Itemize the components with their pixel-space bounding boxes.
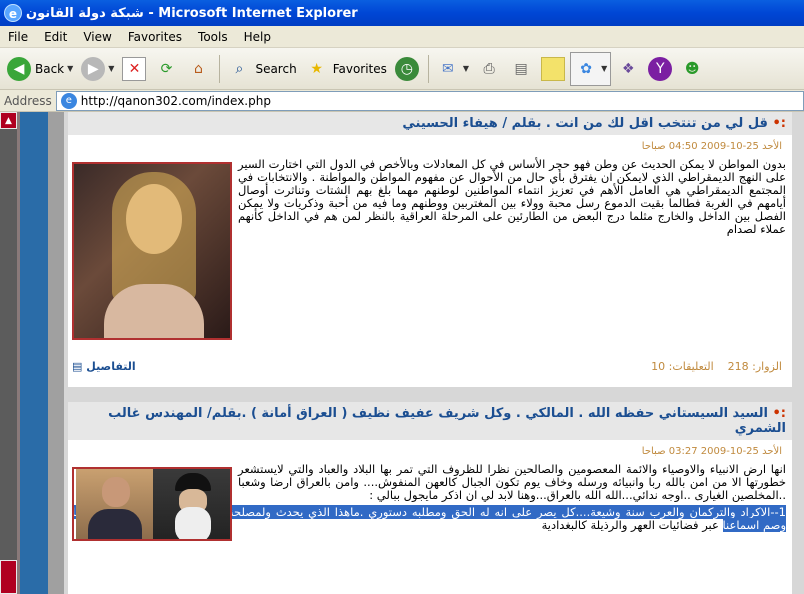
side-frame xyxy=(20,112,48,594)
forward-arrow-icon: ▶ xyxy=(81,56,106,81)
chevron-down-icon[interactable]: ▼ xyxy=(67,64,73,73)
page-icon: e xyxy=(60,92,77,109)
article-2-photo xyxy=(72,467,232,541)
search-icon: ⌕ xyxy=(235,60,244,77)
back-arrow-icon: ◀ xyxy=(7,56,31,81)
stop-button[interactable]: ✕ xyxy=(119,52,149,86)
mail-icon: ✉ xyxy=(442,60,454,77)
discuss-button[interactable] xyxy=(538,52,568,86)
favorites-button[interactable]: ★ Favorites xyxy=(302,52,390,86)
menu-help[interactable]: Help xyxy=(236,30,279,44)
scroll-thumb[interactable] xyxy=(0,560,17,594)
home-button[interactable]: ⌂ xyxy=(183,52,213,86)
chevron-down-icon[interactable]: ▼ xyxy=(601,64,607,73)
article-2-header[interactable]: :• السيد السيستاني حفظه الله . المالكي .… xyxy=(68,402,792,440)
research-button[interactable]: ❖ xyxy=(613,52,643,86)
history-button[interactable]: ◷ xyxy=(392,52,422,86)
icq-button[interactable]: ✿ ▼ xyxy=(570,51,612,86)
menu-edit[interactable]: Edit xyxy=(36,30,75,44)
back-button[interactable]: ◀ Back ▼ xyxy=(4,52,76,86)
shoulders-shape xyxy=(104,284,204,338)
article-1-body: بدون المواطن لا يمكن الحديث عن وطن فهو ح… xyxy=(68,157,792,340)
chevron-down-icon[interactable]: ▼ xyxy=(108,64,114,73)
history-icon: ◷ xyxy=(394,56,419,81)
menu-file[interactable]: File xyxy=(0,30,36,44)
article-1-date: الأحد 25-10-2009 04:50 صباحا xyxy=(641,141,782,152)
refresh-icon: ⟳ xyxy=(160,60,173,77)
article-2-tail-text: عبر فضائيات العهر والرذيلة كالبغدادية xyxy=(541,518,719,532)
article-1: :• قل لي من تنتخب اقل لك من انت . بقلم /… xyxy=(68,112,792,387)
article-2-date: الأحد 25-10-2009 03:27 صباحا xyxy=(641,446,782,457)
scroll-up-arrow-icon[interactable]: ▲ xyxy=(0,112,17,129)
menu-favorites[interactable]: Favorites xyxy=(120,30,190,44)
toolbar: ◀ Back ▼ ▶ ▼ ✕ ⟳ ⌂ ⌕ Search ★ Favorites … xyxy=(0,48,804,90)
edit-button[interactable]: ▤ xyxy=(506,52,536,86)
article-1-author-photo xyxy=(72,162,232,340)
window-title: شبكة دولة القانون - Microsoft Internet E… xyxy=(26,5,358,21)
suit-shape xyxy=(88,509,142,539)
hair-shape xyxy=(112,172,196,302)
frame-border xyxy=(48,112,64,594)
star-icon: ★ xyxy=(310,60,323,77)
messenger-icon: ☻ xyxy=(684,60,700,77)
beard-shape xyxy=(175,507,211,539)
article-1-header[interactable]: :• قل لي من تنتخب اقل لك من انت . بقلم /… xyxy=(68,112,792,135)
maliki-photo xyxy=(76,469,153,539)
toolbar-separator xyxy=(219,54,221,83)
window-title-bar: e شبكة دولة القانون - Microsoft Internet… xyxy=(0,0,804,26)
print-button[interactable]: ⎙ xyxy=(474,52,504,86)
toolbar-separator xyxy=(427,54,429,83)
messenger-button[interactable]: ☻ xyxy=(677,52,707,86)
address-label: Address xyxy=(4,93,52,108)
article-2-text: انها ارض الانبياء والاوصياء والائمة المع… xyxy=(238,462,786,502)
edit-icon: ▤ xyxy=(514,60,528,77)
printer-icon: ⎙ xyxy=(483,60,495,77)
menu-bar: File Edit View Favorites Tools Help xyxy=(0,26,804,48)
icq-icon: ✿ xyxy=(580,60,592,77)
page-content: ▲ :• قل لي من تنتخب اقل لك من انت . بقلم… xyxy=(0,112,804,594)
article-1-stats: الزوار: 218 التعليقات: 10 xyxy=(651,360,782,373)
bullet-icon: :• xyxy=(772,406,786,421)
forward-button[interactable]: ▶ ▼ xyxy=(78,52,117,86)
address-input[interactable]: e http://qanon302.com/index.php xyxy=(55,90,804,111)
article-2: :• السيد السيستاني حفظه الله . المالكي .… xyxy=(68,402,792,594)
note-icon xyxy=(541,56,566,81)
document-icon: ▤ xyxy=(72,360,83,373)
home-icon: ⌂ xyxy=(194,60,203,77)
refresh-button[interactable]: ⟳ xyxy=(151,52,181,86)
mail-button[interactable]: ✉ ▼ xyxy=(433,52,472,86)
sistani-photo xyxy=(153,469,230,539)
bullet-icon: :• xyxy=(772,116,786,131)
research-icon: ❖ xyxy=(621,60,635,77)
stop-icon: ✕ xyxy=(122,56,147,81)
chevron-down-icon[interactable]: ▼ xyxy=(463,64,469,73)
menu-tools[interactable]: Tools xyxy=(190,30,236,44)
left-scrollbar[interactable]: ▲ xyxy=(0,112,17,594)
search-button[interactable]: ⌕ Search xyxy=(224,52,299,86)
address-bar: Address e http://qanon302.com/index.php xyxy=(0,90,804,112)
address-url: http://qanon302.com/index.php xyxy=(80,93,271,108)
yahoo-icon: Y xyxy=(648,56,673,81)
yahoo-button[interactable]: Y xyxy=(645,52,675,86)
article-1-text: بدون المواطن لا يمكن الحديث عن وطن فهو ح… xyxy=(238,157,786,236)
ie-logo-icon: e xyxy=(4,4,22,22)
menu-view[interactable]: View xyxy=(75,30,119,44)
articles-column: :• قل لي من تنتخب اقل لك من انت . بقلم /… xyxy=(64,112,804,594)
face-shape xyxy=(102,477,130,507)
article-2-title[interactable]: السيد السيستاني حفظه الله . المالكي . وك… xyxy=(108,406,786,436)
article-1-title[interactable]: قل لي من تنتخب اقل لك من انت . بقلم / هي… xyxy=(402,116,768,131)
article-1-details-link[interactable]: التفاصيل ▤ xyxy=(72,360,136,373)
article-2-body: انها ارض الانبياء والاوصياء والائمة المع… xyxy=(68,462,792,541)
